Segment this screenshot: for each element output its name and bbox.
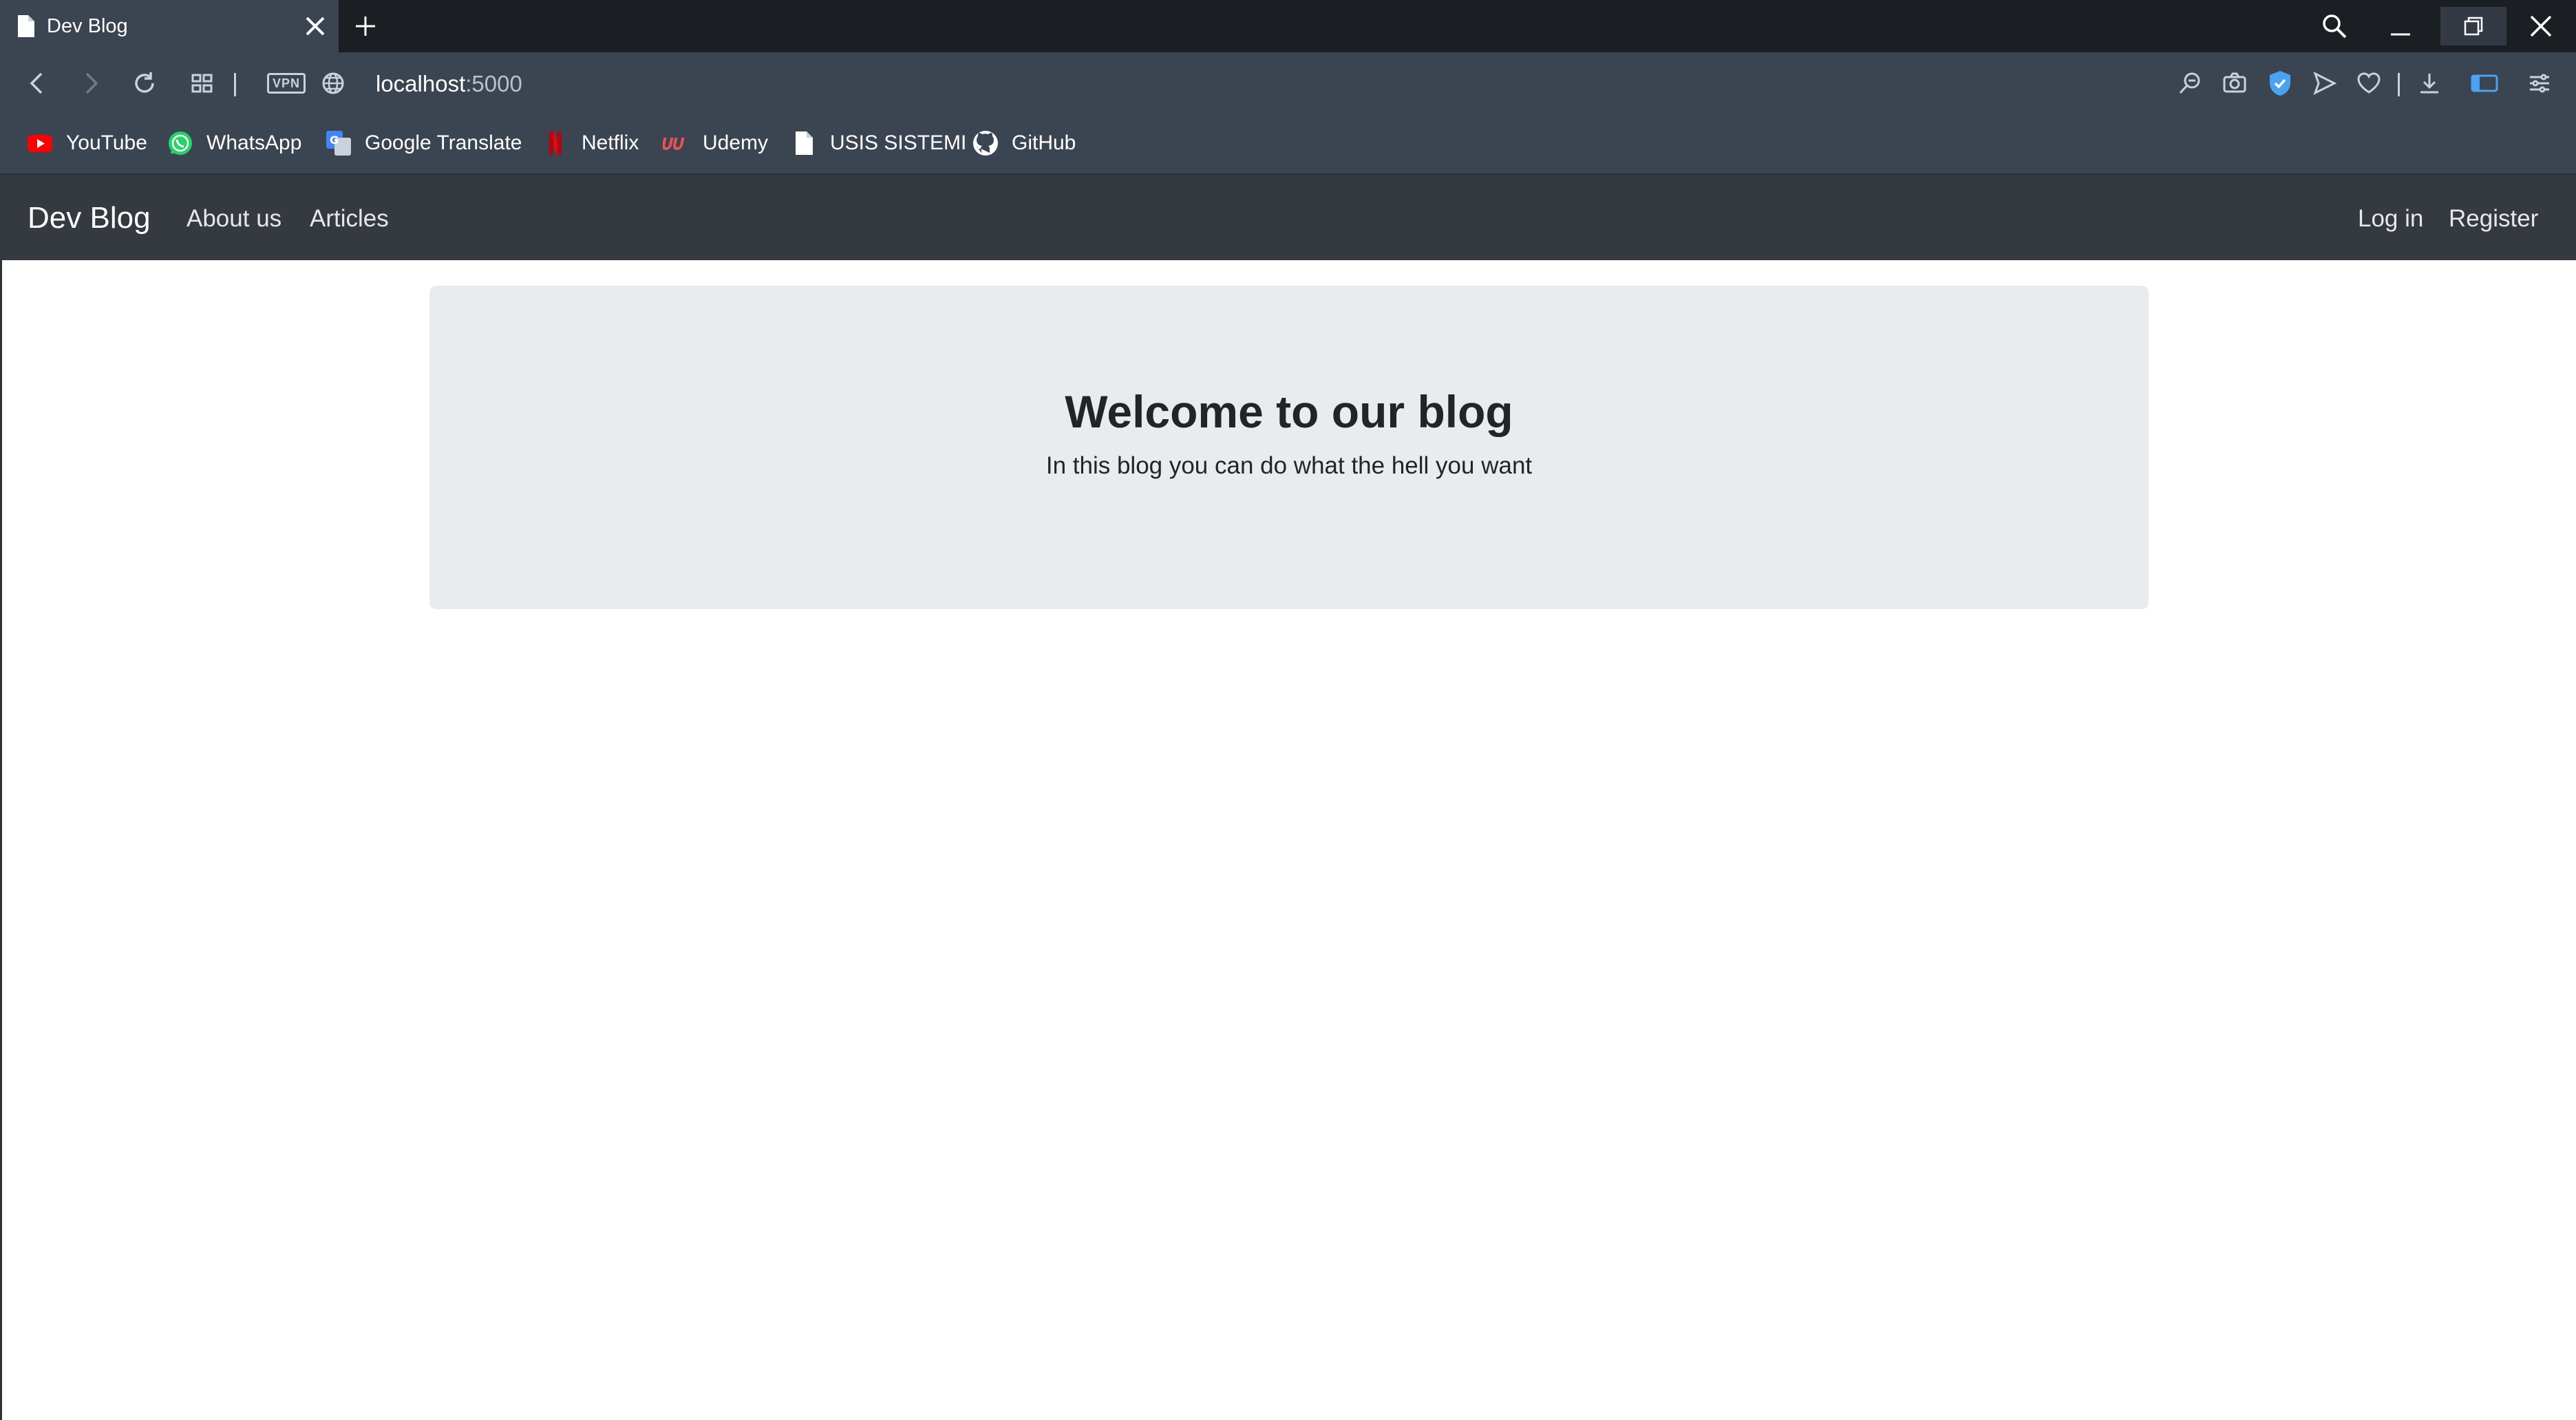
site-navbar: Dev Blog About us Articles Log in Regist… bbox=[0, 173, 2576, 260]
search-tabs-icon[interactable] bbox=[2321, 12, 2348, 40]
toolbar-separator bbox=[2398, 73, 2400, 96]
bookmark-usis-sistemi[interactable]: USIS SISTEMI bbox=[790, 124, 966, 162]
nav-link-register[interactable]: Register bbox=[2449, 205, 2538, 233]
vpn-badge[interactable]: VPN bbox=[267, 73, 306, 94]
bookmark-label: GitHub bbox=[1012, 131, 1076, 154]
new-tab-icon[interactable] bbox=[353, 14, 378, 39]
close-tab-icon[interactable] bbox=[303, 14, 328, 39]
document-icon bbox=[796, 131, 813, 155]
bookmarks-bar: YouTube WhatsApp G Google Translate Netf… bbox=[0, 124, 2576, 162]
document-icon bbox=[17, 14, 36, 39]
send-icon[interactable] bbox=[2312, 71, 2337, 96]
brand-link[interactable]: Dev Blog bbox=[28, 201, 151, 235]
shield-icon[interactable] bbox=[2268, 70, 2292, 97]
toolbar-separator bbox=[234, 73, 236, 96]
tab-strip: Dev Blog bbox=[0, 0, 2576, 52]
github-icon bbox=[973, 131, 998, 156]
bookmark-label: Udemy bbox=[703, 131, 769, 154]
udemy-icon bbox=[663, 138, 685, 150]
url-field[interactable]: localhost:5000 bbox=[376, 70, 522, 98]
bookmark-whatsapp[interactable]: WhatsApp bbox=[167, 124, 301, 162]
jumbotron: Welcome to our blog In this blog you can… bbox=[429, 286, 2149, 609]
jumbotron-title: Welcome to our blog bbox=[1065, 386, 1513, 437]
nav-link-articles[interactable]: Articles bbox=[310, 205, 389, 233]
back-icon[interactable] bbox=[25, 71, 50, 96]
bookmark-label: WhatsApp bbox=[206, 131, 302, 154]
whatsapp-icon bbox=[169, 131, 192, 155]
bookmark-label: USIS SISTEMI bbox=[830, 131, 967, 154]
nav-link-about-us[interactable]: About us bbox=[187, 205, 281, 233]
restore-icon[interactable] bbox=[2440, 7, 2506, 45]
google-translate-icon: G bbox=[326, 131, 351, 156]
jumbotron-subtitle: In this blog you can do what the hell yo… bbox=[1045, 452, 1533, 479]
bookmark-udemy[interactable]: Udemy bbox=[663, 124, 768, 162]
sidebar-icon[interactable] bbox=[2470, 71, 2499, 96]
bookmark-google-translate[interactable]: G Google Translate bbox=[325, 124, 522, 162]
url-port: :5000 bbox=[465, 71, 522, 96]
svg-text:G: G bbox=[330, 134, 339, 147]
tab-dev-blog[interactable]: Dev Blog bbox=[0, 0, 339, 52]
zoom-icon[interactable] bbox=[2178, 71, 2202, 96]
netflix-icon bbox=[549, 131, 562, 155]
globe-icon[interactable] bbox=[321, 71, 345, 96]
window-border bbox=[0, 260, 2, 1420]
camera-icon[interactable] bbox=[2222, 71, 2247, 96]
speed-dial-icon[interactable] bbox=[190, 71, 215, 96]
tab-title: Dev Blog bbox=[47, 15, 128, 37]
url-host: localhost bbox=[376, 71, 466, 96]
heart-icon[interactable] bbox=[2356, 71, 2381, 96]
bookmark-github[interactable]: GitHub bbox=[972, 124, 1076, 162]
nav-link-log-in[interactable]: Log in bbox=[2358, 205, 2423, 233]
bookmark-youtube[interactable]: YouTube bbox=[26, 124, 147, 162]
minimize-icon[interactable] bbox=[2388, 14, 2413, 39]
settings-icon[interactable] bbox=[2527, 71, 2552, 96]
close-window-icon[interactable] bbox=[2527, 12, 2555, 40]
bookmark-label: Netflix bbox=[582, 131, 639, 154]
download-icon[interactable] bbox=[2417, 71, 2442, 96]
bookmark-netflix[interactable]: Netflix bbox=[542, 124, 639, 162]
bookmark-label: Google Translate bbox=[365, 131, 522, 154]
youtube-icon bbox=[28, 135, 52, 152]
bookmark-label: YouTube bbox=[66, 131, 147, 154]
reload-icon[interactable] bbox=[132, 71, 157, 96]
forward-icon[interactable] bbox=[78, 71, 103, 96]
